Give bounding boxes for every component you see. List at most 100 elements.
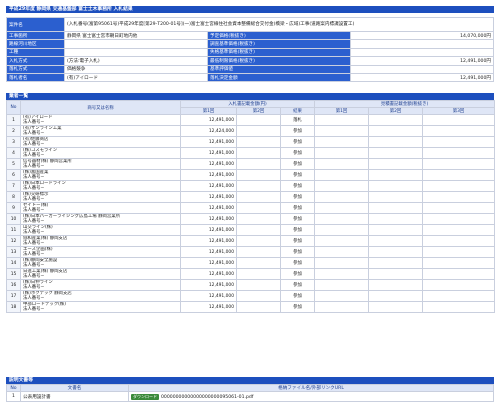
estimate-1 <box>314 301 370 313</box>
estimate-2 <box>368 169 424 181</box>
estimate-3 <box>422 257 496 269</box>
info-value: 静岡県 富士富士宮市朝日町地内他 <box>64 30 208 41</box>
doc-file-link[interactable]: 00000000000000000000095061-01.pdf <box>161 395 253 400</box>
estimate-2 <box>368 191 424 203</box>
table-row: 9 セイトー(株) 法人番号− 12,491,000 参加 <box>6 202 496 214</box>
estimate-3 <box>422 114 496 126</box>
row-no: 9 <box>6 202 21 214</box>
table-row: 12 協和産業(株) 静岡支店 法人番号− 12,491,000 参加 <box>6 235 496 247</box>
row-no: 13 <box>6 246 21 258</box>
estimate-3 <box>422 268 496 280</box>
estimate-3 <box>422 224 496 236</box>
table-row: 18 中部ロードテック(株) 法人番号− 12,491,000 参加 <box>6 301 496 313</box>
bidder-name-cell: (株)日本ロードライン 法人番号− <box>20 180 181 192</box>
row-no: 1 <box>6 114 21 126</box>
bid-result: 参加 <box>279 235 316 247</box>
bid-amount: 12,491,000 <box>180 158 237 170</box>
corporate-number: 法人番号− <box>23 241 45 246</box>
info-label-2: 基準評価値 <box>207 64 351 74</box>
table-row: 5 信号器材(株) 静岡営業所 法人番号− 12,491,000 参加 <box>6 158 496 170</box>
estimate-2 <box>368 279 424 291</box>
bid-result: 参加 <box>279 136 316 148</box>
info-label-2: 予定価格(税抜き) <box>207 30 351 41</box>
doc-col-name: 文書名 <box>20 384 129 392</box>
bidder-name-cell: セイトー(株) 法人番号− <box>20 202 181 214</box>
info-value: 価格競争 <box>64 64 208 74</box>
col-est1: 第1回 <box>314 107 370 115</box>
bid-amount-2 <box>236 279 281 291</box>
info-row: 落札者名 (有)アイロード 落札決定金額 12,491,000円 <box>6 72 494 83</box>
estimate-2 <box>368 125 424 137</box>
bid-result: 参加 <box>279 202 316 214</box>
bid-amount-2 <box>236 169 281 181</box>
info-value-2 <box>350 64 494 74</box>
bid-result: 参加 <box>279 169 316 181</box>
info-label-2: 失格基準価格(税抜き) <box>207 47 351 58</box>
col-name: 商号又は名称 <box>20 100 181 115</box>
info-value-2: 12,491,000円 <box>350 72 494 83</box>
info-label: 工種 <box>6 47 65 58</box>
bid-amount: 12,491,000 <box>180 136 237 148</box>
bid-amount-2 <box>236 268 281 280</box>
bid-amount-2 <box>236 246 281 258</box>
download-button[interactable]: ダウンロード <box>131 393 159 400</box>
table-row: 2 (有)サンライン工業 法人番号− 12,424,000 参加 <box>6 125 496 137</box>
bid-amount-2 <box>236 213 281 225</box>
table-row: 4 (株)コスモライン 法人番号− 12,491,000 参加 <box>6 147 496 159</box>
bidder-name-cell: (株)静岡安全施設 法人番号− <box>20 257 181 269</box>
info-label: 工事箇所 <box>6 30 65 41</box>
estimate-1 <box>314 158 370 170</box>
bidder-name-cell: (株)日伸ライン 法人番号− <box>20 279 181 291</box>
estimate-1 <box>314 246 370 258</box>
bidder-list-title: 業者一覧 <box>6 93 494 100</box>
estimate-2 <box>368 202 424 214</box>
bid-result: 参加 <box>279 246 316 258</box>
bid-amount-2 <box>236 136 281 148</box>
bid-result: 参加 <box>279 213 316 225</box>
bidder-name-cell: (有)佐藤商店 法人番号− <box>20 136 181 148</box>
row-no: 14 <box>6 257 21 269</box>
col-estimate: 見積書記載金額(税抜き) <box>314 100 496 108</box>
bidder-name-cell: (株)ホクテック 静岡支店 法人番号− <box>20 290 181 302</box>
row-no: 4 <box>6 147 21 159</box>
estimate-1 <box>314 290 370 302</box>
table-row: 14 (株)静岡安全施設 法人番号− 12,491,000 参加 <box>6 257 496 269</box>
row-no: 11 <box>6 224 21 236</box>
row-no: 16 <box>6 279 21 291</box>
estimate-3 <box>422 235 496 247</box>
row-no: 7 <box>6 180 21 192</box>
bid-amount-2 <box>236 158 281 170</box>
info-row: 工種 失格基準価格(税抜き) <box>6 47 494 58</box>
corporate-number: 法人番号− <box>23 307 45 312</box>
table-row: 17 (株)ホクテック 静岡支店 法人番号− 12,491,000 参加 <box>6 290 496 302</box>
estimate-3 <box>422 147 496 159</box>
info-label: 落札方式 <box>6 64 65 74</box>
doc-name: 公表用設計書 <box>20 391 129 402</box>
corporate-number: 法人番号− <box>23 263 45 268</box>
info-value: (有)アイロード <box>64 72 208 83</box>
table-row: 8 (株)交研標示 法人番号− 12,491,000 参加 <box>6 191 496 203</box>
bidder-name-cell: (有)サンライン工業 法人番号− <box>20 125 181 137</box>
estimate-3 <box>422 279 496 291</box>
table-row: 6 (株)富国産業 法人番号− 12,491,000 参加 <box>6 169 496 181</box>
estimate-1 <box>314 180 370 192</box>
estimate-1 <box>314 213 370 225</box>
info-label-2: 調査基準価格(税抜き) <box>207 39 351 49</box>
bid-result: 参加 <box>279 257 316 269</box>
estimate-2 <box>368 114 424 126</box>
row-no: 8 <box>6 191 21 203</box>
bid-result: 参加 <box>279 191 316 203</box>
bid-result: 参加 <box>279 268 316 280</box>
bidder-name-cell: (株)コスモライン 法人番号− <box>20 147 181 159</box>
doc-no: 1 <box>6 391 21 402</box>
bid-result: 参加 <box>279 279 316 291</box>
estimate-2 <box>368 158 424 170</box>
documents-table: No 文書名 格納ファイル名/外部リンクURL 1 公表用設計書 ダウンロード 000… <box>6 384 494 402</box>
row-no: 2 <box>6 125 21 137</box>
bidder-name-cell: (株)富国産業 法人番号− <box>20 169 181 181</box>
estimate-3 <box>422 169 496 181</box>
corporate-number: 法人番号− <box>23 120 45 125</box>
estimate-3 <box>422 301 496 313</box>
row-no: 17 <box>6 290 21 302</box>
estimate-2 <box>368 301 424 313</box>
